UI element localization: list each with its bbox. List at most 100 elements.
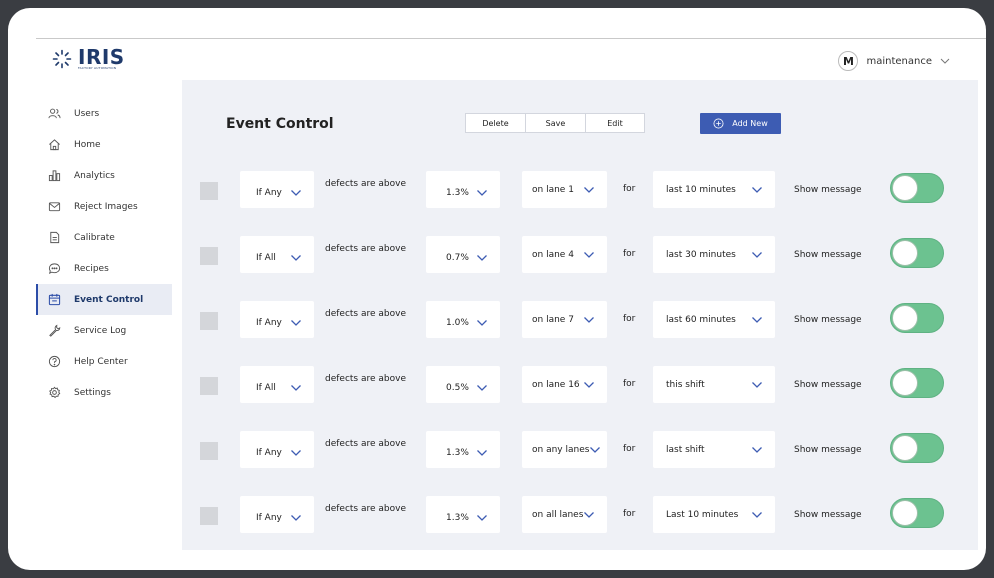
toggle-knob	[892, 305, 918, 331]
sidebar-item-label: Users	[74, 108, 100, 119]
rule-enabled-toggle[interactable]	[890, 173, 944, 203]
sidebar-item-event-control[interactable]: Event Control	[36, 284, 172, 315]
rule-enabled-toggle[interactable]	[890, 433, 944, 463]
rule-checkbox[interactable]	[200, 442, 218, 460]
time-window-dropdown[interactable]: last 60 minutes	[653, 301, 775, 338]
delete-button[interactable]: Delete	[465, 113, 526, 133]
threshold-dropdown[interactable]: 1.0%	[426, 301, 500, 338]
page-title: Event Control	[226, 116, 334, 132]
rule-enabled-toggle[interactable]	[890, 368, 944, 398]
mail-icon	[48, 202, 61, 212]
chevron-down-icon	[584, 511, 595, 518]
time-window-value: last 30 minutes	[666, 249, 736, 260]
condition-dropdown[interactable]: If Any	[240, 431, 314, 468]
rule-checkbox[interactable]	[200, 507, 218, 525]
document-icon	[50, 231, 60, 244]
calendar-icon	[48, 293, 61, 306]
toolbar: Delete Save Edit	[465, 113, 645, 133]
threshold-dropdown[interactable]: 0.7%	[426, 236, 500, 273]
toggle-knob	[892, 370, 918, 396]
action-label: Show message	[794, 510, 862, 520]
threshold-dropdown[interactable]: 1.3%	[426, 496, 500, 533]
defects-label: defects are above	[325, 504, 406, 514]
sidebar-item-settings[interactable]: Settings	[36, 377, 172, 408]
sidebar-item-label: Analytics	[74, 170, 115, 181]
lane-dropdown[interactable]: on all lanes	[522, 496, 607, 533]
time-window-dropdown[interactable]: last 10 minutes	[653, 171, 775, 208]
sidebar-item-reject-images[interactable]: Reject Images	[36, 191, 172, 222]
time-window-value: last shift	[666, 444, 705, 455]
condition-dropdown[interactable]: If All	[240, 236, 314, 273]
threshold-dropdown[interactable]: 0.5%	[426, 366, 500, 403]
sidebar-item-recipes[interactable]: Recipes	[36, 253, 172, 284]
chevron-down-icon	[477, 514, 487, 521]
time-window-dropdown[interactable]: last 30 minutes	[653, 236, 775, 273]
lane-dropdown[interactable]: on lane 7	[522, 301, 607, 338]
edit-button[interactable]: Edit	[586, 113, 645, 133]
time-window-dropdown[interactable]: Last 10 minutes	[653, 496, 775, 533]
chevron-down-icon	[291, 254, 301, 261]
toggle-knob	[892, 435, 918, 461]
analytics-icon	[48, 170, 61, 182]
time-window-dropdown[interactable]: this shift	[653, 366, 775, 403]
logo-mark-icon	[52, 49, 72, 69]
rule-checkbox[interactable]	[200, 377, 218, 395]
chevron-down-icon	[584, 186, 594, 193]
sidebar-item-home[interactable]: Home	[36, 129, 172, 160]
rule-row: If Any defects are above 1.3% on any lan…	[182, 431, 978, 478]
rule-row: If All defects are above 0.5% on lane 16…	[182, 366, 978, 413]
chevron-down-icon	[752, 381, 762, 388]
rule-checkbox[interactable]	[200, 312, 218, 330]
chevron-down-icon	[291, 384, 301, 391]
lane-value: on any lanes	[532, 444, 590, 455]
chevron-down-icon	[584, 251, 594, 258]
add-new-button[interactable]: Add New	[700, 113, 781, 134]
save-button[interactable]: Save	[526, 113, 586, 133]
chevron-down-icon	[584, 316, 594, 323]
rule-enabled-toggle[interactable]	[890, 303, 944, 333]
threshold-value: 1.0%	[446, 317, 469, 328]
users-icon	[48, 108, 61, 119]
home-icon	[49, 139, 60, 151]
condition-dropdown[interactable]: If Any	[240, 301, 314, 338]
lane-dropdown[interactable]: on lane 4	[522, 236, 607, 273]
user-menu[interactable]: M maintenance	[838, 51, 950, 71]
sidebar-item-help-center[interactable]: Help Center	[36, 346, 172, 377]
rule-enabled-toggle[interactable]	[890, 238, 944, 268]
time-window-dropdown[interactable]: last shift	[653, 431, 775, 468]
chevron-down-icon[interactable]	[940, 56, 950, 66]
rule-checkbox[interactable]	[200, 182, 218, 200]
threshold-dropdown[interactable]: 1.3%	[426, 431, 500, 468]
threshold-value: 1.3%	[446, 447, 469, 458]
toggle-knob	[892, 240, 918, 266]
rule-enabled-toggle[interactable]	[890, 498, 944, 528]
lane-dropdown[interactable]: on lane 16	[522, 366, 607, 403]
action-label: Show message	[794, 185, 862, 195]
condition-dropdown[interactable]: If Any	[240, 171, 314, 208]
rule-row: If All defects are above 0.7% on lane 4 …	[182, 236, 978, 283]
sidebar-item-analytics[interactable]: Analytics	[36, 160, 172, 191]
condition-value: If All	[256, 382, 276, 393]
sidebar-item-label: Settings	[74, 387, 111, 398]
condition-dropdown[interactable]: If Any	[240, 496, 314, 533]
sidebar-item-calibrate[interactable]: Calibrate	[36, 222, 172, 253]
chevron-down-icon	[291, 319, 301, 326]
lane-dropdown[interactable]: on lane 1	[522, 171, 607, 208]
condition-value: If All	[256, 252, 276, 263]
top-divider	[36, 38, 986, 39]
rule-checkbox[interactable]	[200, 247, 218, 265]
condition-dropdown[interactable]: If All	[240, 366, 314, 403]
sidebar-item-service-log[interactable]: Service Log	[36, 315, 172, 346]
for-label: for	[623, 314, 636, 324]
chevron-down-icon	[752, 511, 762, 518]
avatar[interactable]: M	[838, 51, 859, 71]
user-name[interactable]: maintenance	[866, 56, 932, 67]
sidebar-item-users[interactable]: Users	[36, 98, 172, 129]
threshold-dropdown[interactable]: 1.3%	[426, 171, 500, 208]
defects-label: defects are above	[325, 179, 406, 189]
defects-label: defects are above	[325, 244, 406, 254]
for-label: for	[623, 379, 636, 389]
time-window-value: this shift	[666, 379, 705, 390]
lane-dropdown[interactable]: on any lanes	[522, 431, 607, 468]
help-icon	[48, 355, 61, 368]
